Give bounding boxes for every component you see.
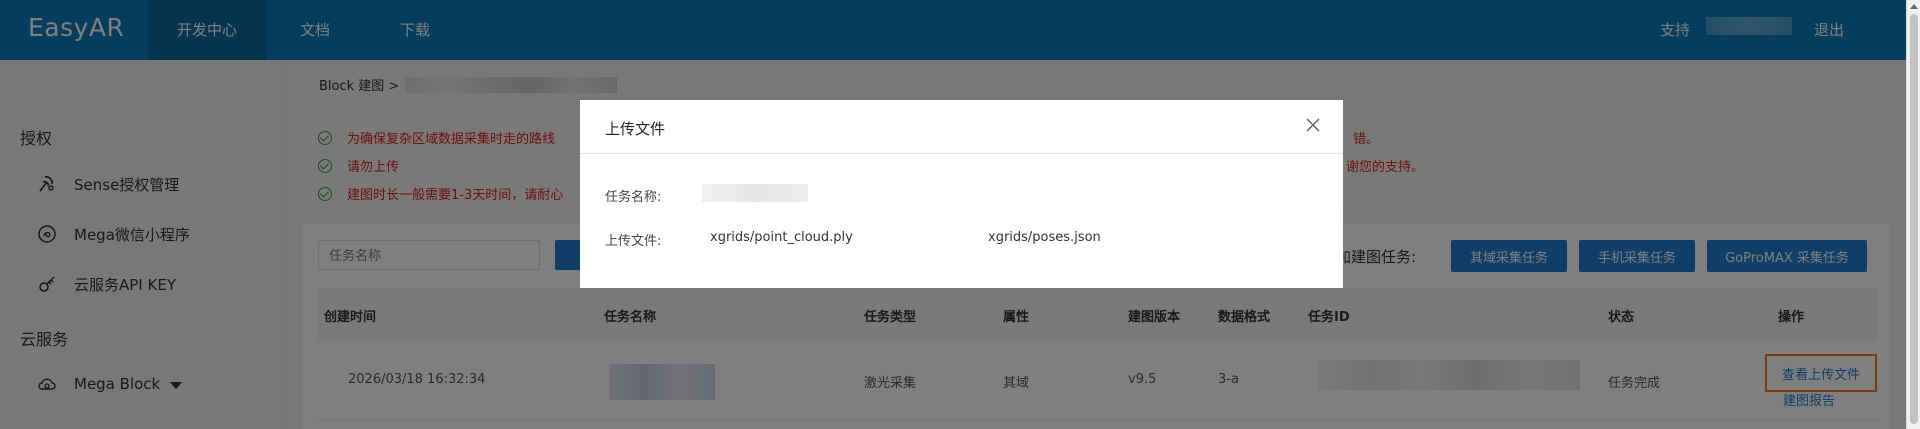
- scroll-up-icon[interactable]: [1910, 4, 1918, 9]
- file-point-cloud[interactable]: xgrids/point_cloud.ply: [710, 230, 853, 245]
- modal-divider: [580, 153, 1343, 154]
- task-name-label: 任务名称:: [605, 190, 662, 205]
- modal-title: 上传文件: [605, 120, 666, 138]
- vertical-scrollbar[interactable]: [1906, 0, 1920, 429]
- file-poses[interactable]: xgrids/poses.json: [988, 230, 1101, 245]
- task-name-value-redacted: [702, 184, 808, 202]
- close-icon[interactable]: [1305, 117, 1321, 133]
- upload-files-modal: 上传文件 任务名称: 上传文件: xgrids/point_cloud.ply …: [580, 100, 1343, 288]
- scrollbar-thumb[interactable]: [1910, 14, 1918, 424]
- upload-files-label: 上传文件:: [605, 234, 662, 249]
